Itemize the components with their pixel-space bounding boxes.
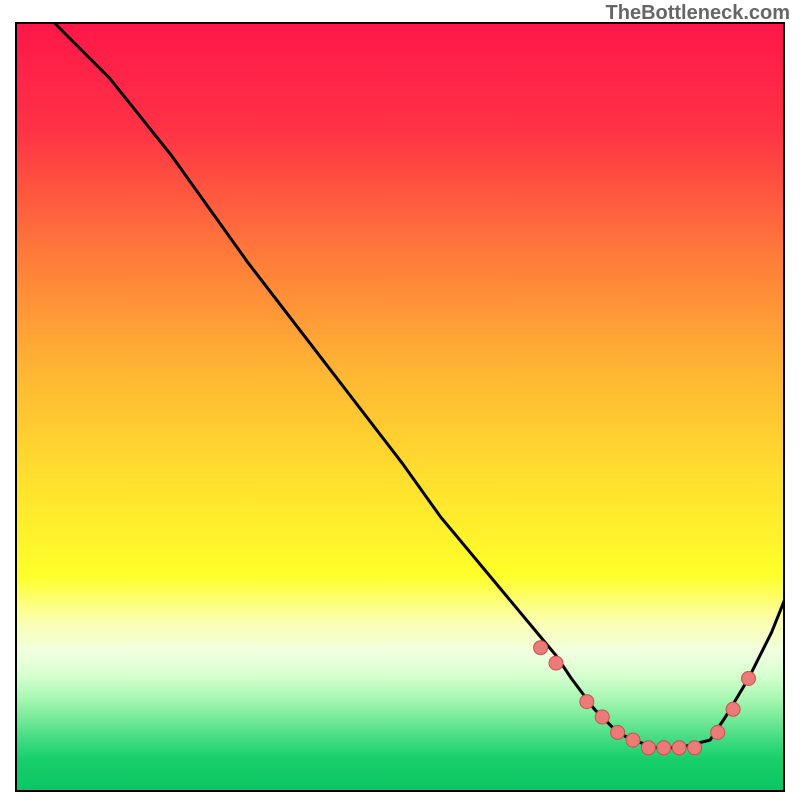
highlight-point (641, 741, 655, 755)
highlight-point (688, 741, 702, 755)
highlight-point (657, 741, 671, 755)
highlight-point (611, 725, 625, 739)
highlight-point (672, 741, 686, 755)
bottleneck-curve (17, 24, 785, 748)
chart-container: TheBottleneck.com (0, 0, 800, 800)
highlight-point (580, 695, 594, 709)
highlight-point (742, 672, 756, 686)
highlight-point (711, 725, 725, 739)
highlight-point (626, 733, 640, 747)
highlight-point (534, 641, 548, 655)
highlight-point (726, 702, 740, 716)
highlight-point (595, 710, 609, 724)
highlight-point (549, 656, 563, 670)
plot-svg (17, 24, 785, 792)
plot-area (15, 22, 785, 792)
